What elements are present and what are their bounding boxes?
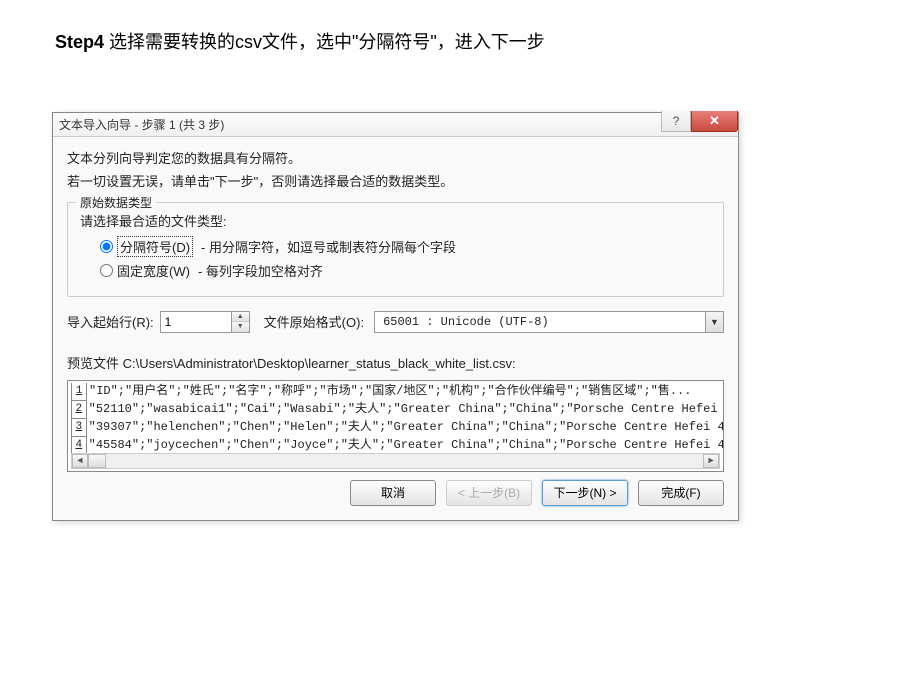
start-row-config: 导入起始行(R): ▲ ▼ 文件原始格式(O): 65001 : Unicode… (67, 311, 724, 333)
original-data-type-group: 原始数据类型 请选择最合适的文件类型: 分隔符号(D) - 用分隔字符，如逗号或… (67, 202, 724, 297)
preview-line: 1 "ID";"用户名";"姓氏";"名字";"称呼";"市场";"国家/地区"… (68, 383, 723, 401)
chevron-down-icon[interactable]: ▼ (705, 312, 723, 332)
radio-fixed-width[interactable] (100, 264, 113, 277)
text-import-wizard-dialog: 文本导入向导 - 步骤 1 (共 3 步) ? ✕ 文本分列向导判定您的数据具有… (52, 112, 739, 521)
dialog-title: 文本导入向导 - 步骤 1 (共 3 步) (59, 116, 732, 133)
line-text: "52110";"wasabicai1";"Cai";"Wasabi";"夫人"… (89, 401, 723, 419)
spinner-up-icon[interactable]: ▲ (232, 312, 249, 322)
preview-content: 1 "ID";"用户名";"姓氏";"名字";"称呼";"市场";"国家/地区"… (68, 381, 723, 457)
preview-line: 2 "52110";"wasabicai1";"Cai";"Wasabi";"夫… (68, 401, 723, 419)
encoding-value: 65001 : Unicode (UTF-8) (375, 312, 705, 332)
close-button[interactable]: ✕ (691, 111, 738, 132)
next-button[interactable]: 下一步(N) > (542, 480, 628, 506)
file-type-label: 请选择最合适的文件类型: (80, 211, 711, 230)
back-button: < 上一步(B) (446, 480, 532, 506)
step-number: Step4 (55, 32, 104, 52)
finish-button[interactable]: 完成(F) (638, 480, 724, 506)
line-number: 1 (71, 383, 87, 401)
dialog-body: 文本分列向导判定您的数据具有分隔符。 若一切设置无误，请单击"下一步"，否则请选… (53, 137, 738, 520)
step-text: 选择需要转换的csv文件，选中"分隔符号"，进入下一步 (104, 32, 545, 52)
encoding-select[interactable]: 65001 : Unicode (UTF-8) ▼ (374, 311, 724, 333)
preview-line: 3 "39307";"helenchen";"Chen";"Helen";"夫人… (68, 419, 723, 437)
spinner-down-icon[interactable]: ▼ (232, 322, 249, 332)
start-row-spinner[interactable]: ▲ ▼ (160, 311, 250, 333)
radio-delimited-row: 分隔符号(D) - 用分隔字符，如逗号或制表符分隔每个字段 (100, 236, 711, 257)
line-text: "ID";"用户名";"姓氏";"名字";"称呼";"市场";"国家/地区";"… (89, 383, 691, 401)
radio-fixed-row: 固定宽度(W) - 每列字段加空格对齐 (100, 261, 711, 280)
scroll-right-icon[interactable]: ► (703, 454, 719, 468)
step-instruction: Step4 选择需要转换的csv文件，选中"分隔符号"，进入下一步 (55, 28, 545, 54)
titlebar: 文本导入向导 - 步骤 1 (共 3 步) ? ✕ (53, 113, 738, 137)
radio-delimited[interactable] (100, 240, 113, 253)
scroll-thumb[interactable] (88, 454, 106, 468)
line-number: 3 (71, 419, 87, 437)
cancel-button[interactable]: 取消 (350, 480, 436, 506)
help-button[interactable]: ? (661, 111, 691, 132)
encoding-label: 文件原始格式(O): (264, 312, 364, 331)
radio-fixed-label[interactable]: 固定宽度(W) (117, 261, 190, 280)
preview-box: 1 "ID";"用户名";"姓氏";"名字";"称呼";"市场";"国家/地区"… (67, 380, 724, 472)
line-text: "39307";"helenchen";"Chen";"Helen";"夫人";… (89, 419, 723, 437)
intro-line-1: 文本分列向导判定您的数据具有分隔符。 (67, 147, 724, 170)
radio-fixed-desc: - 每列字段加空格对齐 (198, 261, 323, 280)
group-title: 原始数据类型 (76, 194, 156, 211)
radio-delimited-label[interactable]: 分隔符号(D) (117, 236, 193, 257)
button-row: 取消 < 上一步(B) 下一步(N) > 完成(F) (67, 472, 724, 510)
scroll-track[interactable] (88, 454, 703, 468)
intro-text: 文本分列向导判定您的数据具有分隔符。 若一切设置无误，请单击"下一步"，否则请选… (67, 147, 724, 194)
start-row-input[interactable] (161, 315, 231, 329)
radio-delimited-desc: - 用分隔字符，如逗号或制表符分隔每个字段 (201, 237, 456, 256)
preview-file-label: 预览文件 C:\Users\Administrator\Desktop\lear… (67, 353, 724, 372)
start-row-label: 导入起始行(R): (67, 312, 154, 331)
line-number: 2 (71, 401, 87, 419)
intro-line-2: 若一切设置无误，请单击"下一步"，否则请选择最合适的数据类型。 (67, 170, 724, 193)
horizontal-scrollbar[interactable]: ◄ ► (71, 453, 720, 469)
scroll-left-icon[interactable]: ◄ (72, 454, 88, 468)
